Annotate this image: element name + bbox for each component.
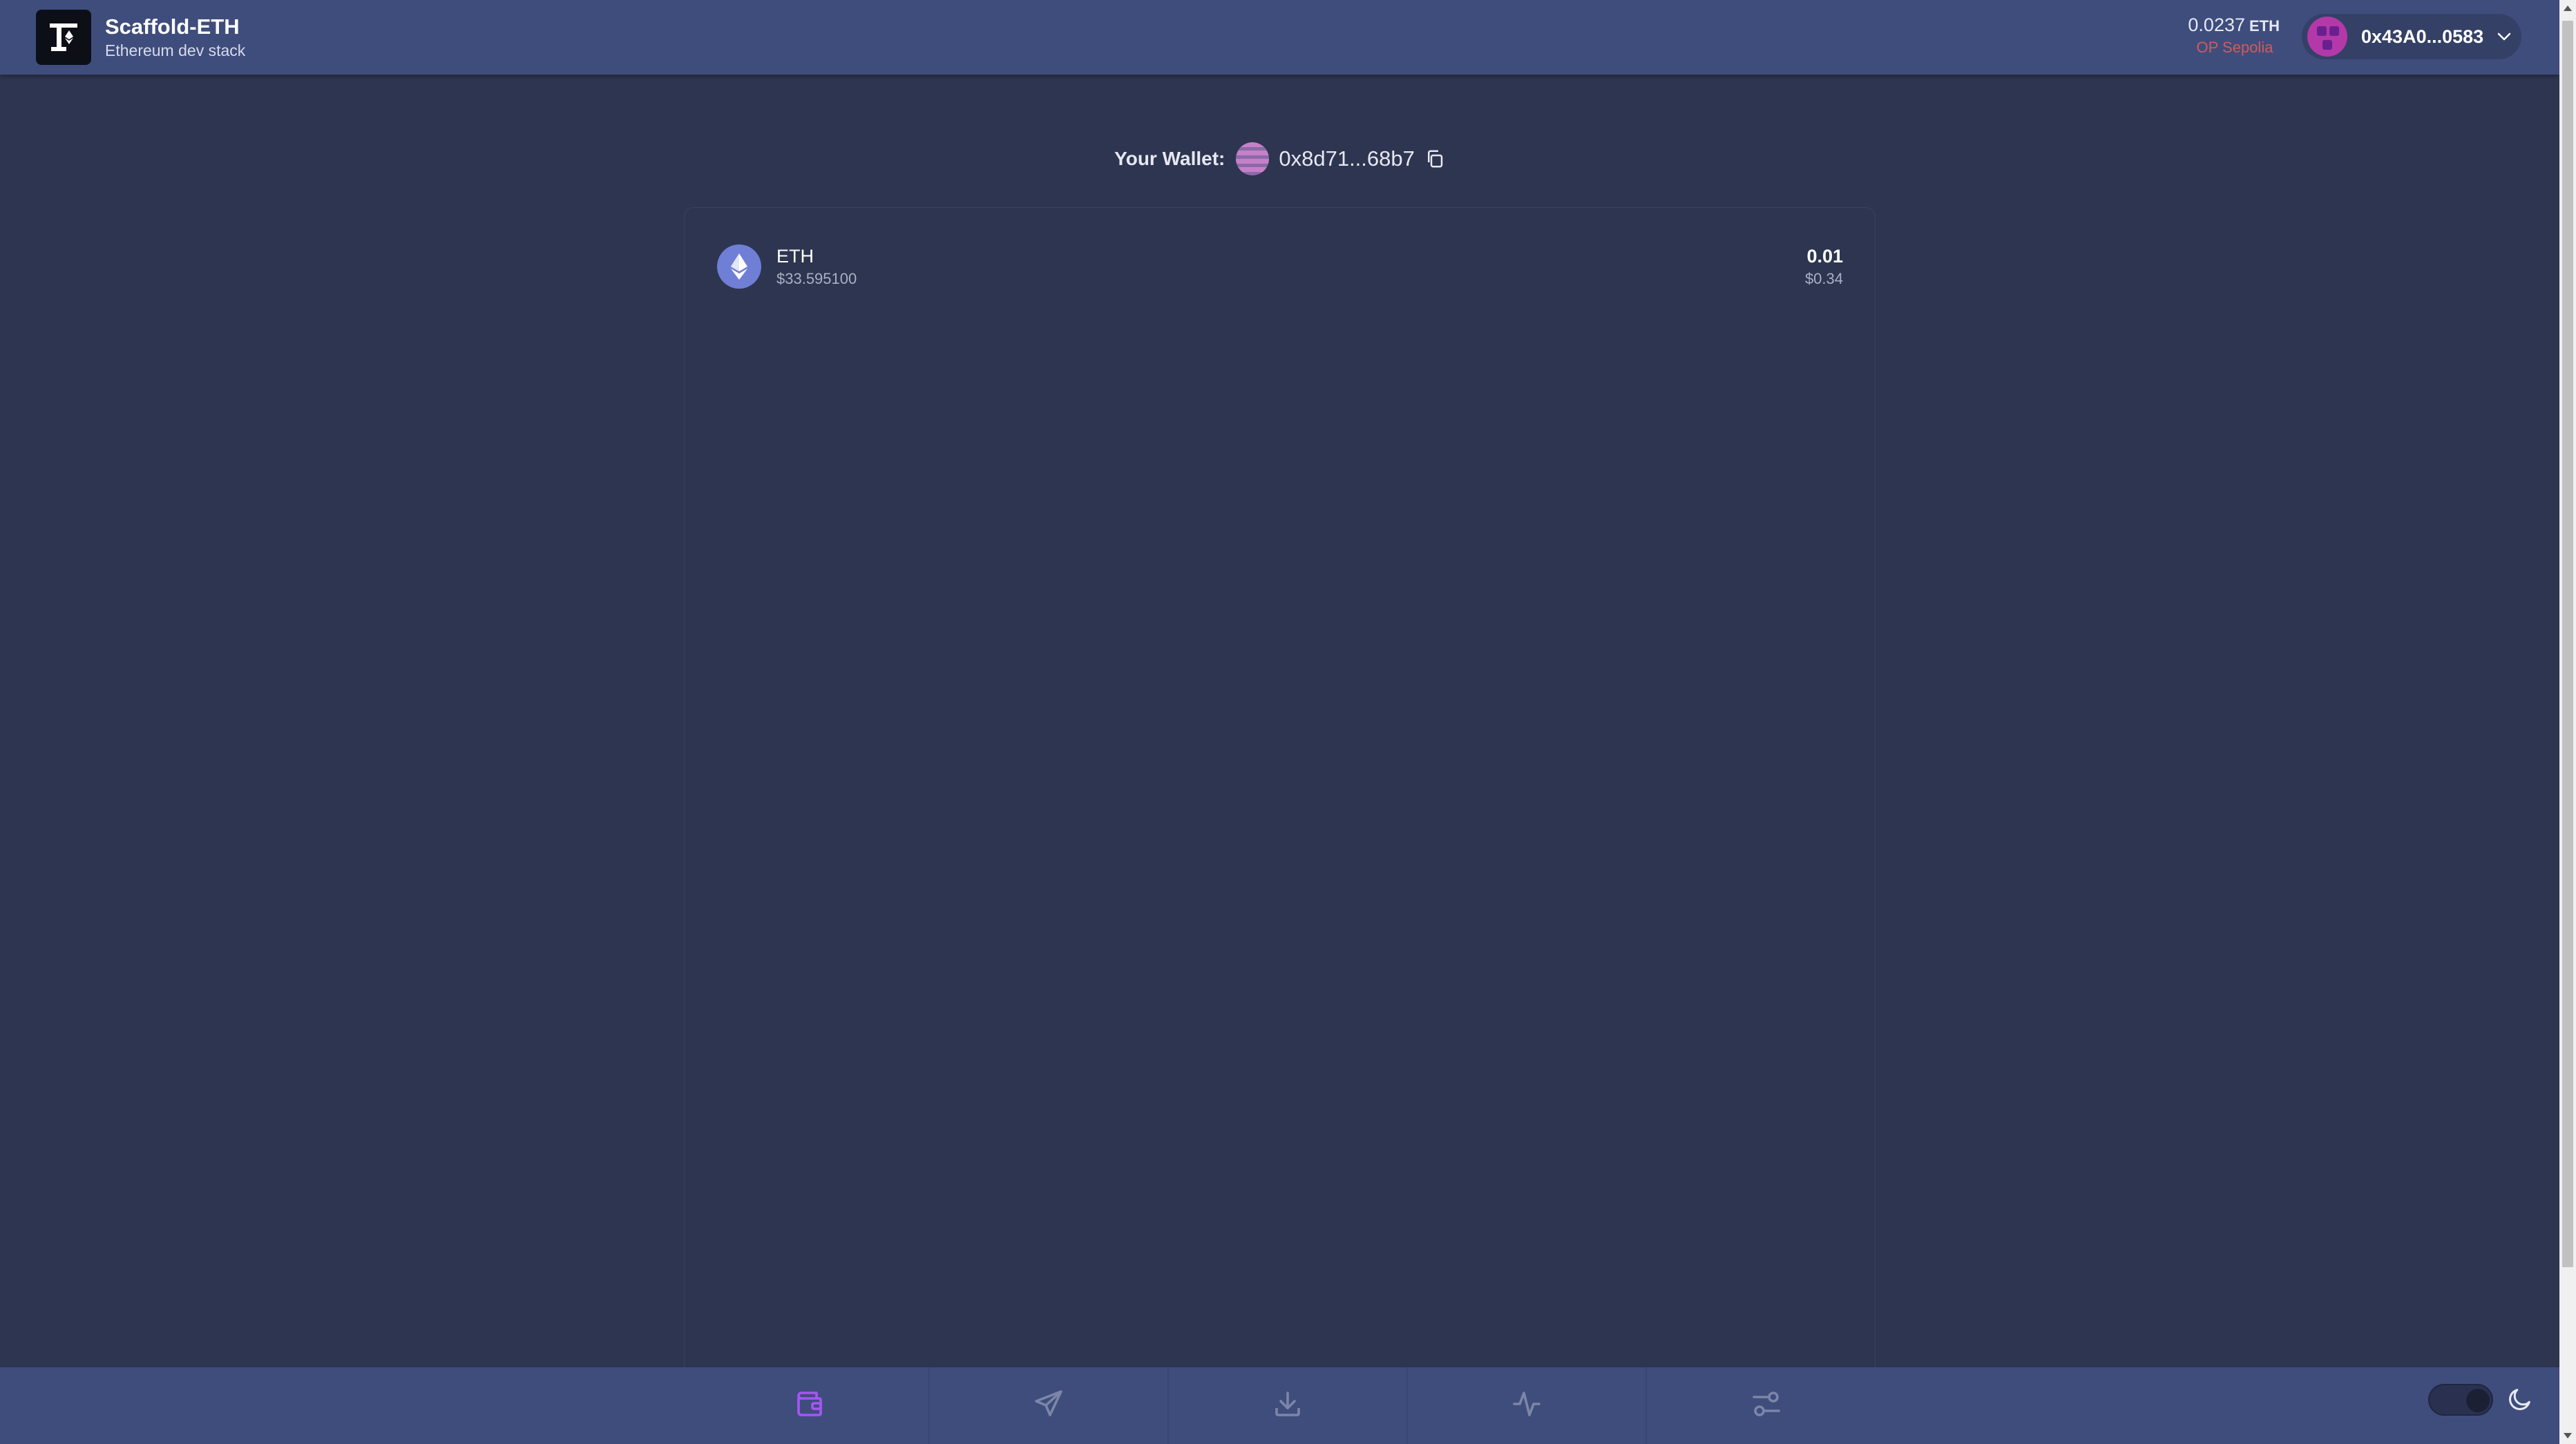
nav-item-settings[interactable] [1647, 1367, 1886, 1444]
scrollbar-thumb[interactable] [2562, 21, 2573, 1267]
token-list-panel: ETH $33.595100 0.01 $0.34 [684, 207, 1876, 1381]
brand[interactable]: Scaffold-ETH Ethereum dev stack [36, 10, 245, 65]
app-title: Scaffold-ETH [105, 15, 240, 39]
page-scrollbar[interactable] [2559, 0, 2576, 1444]
balance-amount: 0.0237 [2188, 15, 2245, 35]
account-address: 0x43A0...0583 [2361, 26, 2484, 47]
network-name: OP Sepolia [2196, 39, 2273, 56]
token-row[interactable]: ETH $33.595100 0.01 $0.34 [717, 242, 1843, 291]
theme-toggle[interactable] [2428, 1384, 2493, 1416]
token-amount: 0.01 [1806, 246, 1843, 267]
nav-item-wallet[interactable] [691, 1367, 930, 1444]
wallet-address[interactable]: 0x8d71...68b7 [1279, 146, 1415, 171]
scroll-down-icon[interactable] [2564, 1433, 2572, 1438]
header: Scaffold-ETH Ethereum dev stack 0.0237 ET… [0, 0, 2559, 75]
send-icon [1032, 1387, 1065, 1424]
token-usd-value: $0.34 [1804, 270, 1843, 287]
token-price: $33.595100 [776, 270, 857, 287]
app-root: Scaffold-ETH Ethereum dev stack 0.0237 ET… [0, 0, 2576, 1444]
token-symbol: ETH [776, 246, 814, 267]
nav-item-receive[interactable] [1169, 1367, 1408, 1444]
balance-line: 0.0237 ETH [2176, 14, 2280, 37]
theme-toggle-knob [2466, 1389, 2490, 1412]
activity-icon [1510, 1387, 1543, 1424]
brand-text: Scaffold-ETH Ethereum dev stack [105, 14, 245, 61]
sliders-icon [1750, 1387, 1783, 1424]
header-balance: 0.0237 ETH OP Sepolia [2176, 14, 2280, 58]
wallet-label: Your Wallet: [1114, 148, 1225, 169]
wallet-avatar [1236, 142, 1270, 175]
token-info: ETH $33.595100 [776, 244, 857, 289]
app-subtitle: Ethereum dev stack [105, 41, 246, 59]
nav-item-send[interactable] [930, 1367, 1169, 1444]
token-values: 0.01 $0.34 [1805, 244, 1843, 289]
wallet-line: Your Wallet: 0x8d71...68b7 [0, 138, 2559, 180]
nav-item-activity[interactable] [1408, 1367, 1647, 1444]
bottom-nav-items [691, 1367, 1886, 1444]
bottom-nav [0, 1367, 2559, 1444]
balance-unit: ETH [2249, 17, 2280, 35]
moon-icon [2506, 1385, 2534, 1416]
account-avatar [2307, 17, 2347, 57]
copy-icon[interactable] [1424, 148, 1445, 169]
download-icon [1271, 1387, 1304, 1424]
scaffold-logo-icon [36, 10, 91, 65]
wallet-icon [793, 1387, 826, 1424]
chevron-down-icon [2496, 28, 2512, 45]
scroll-up-icon[interactable] [2564, 6, 2572, 11]
account-button[interactable]: 0x43A0...0583 [2302, 14, 2521, 59]
ethereum-icon [717, 244, 761, 289]
